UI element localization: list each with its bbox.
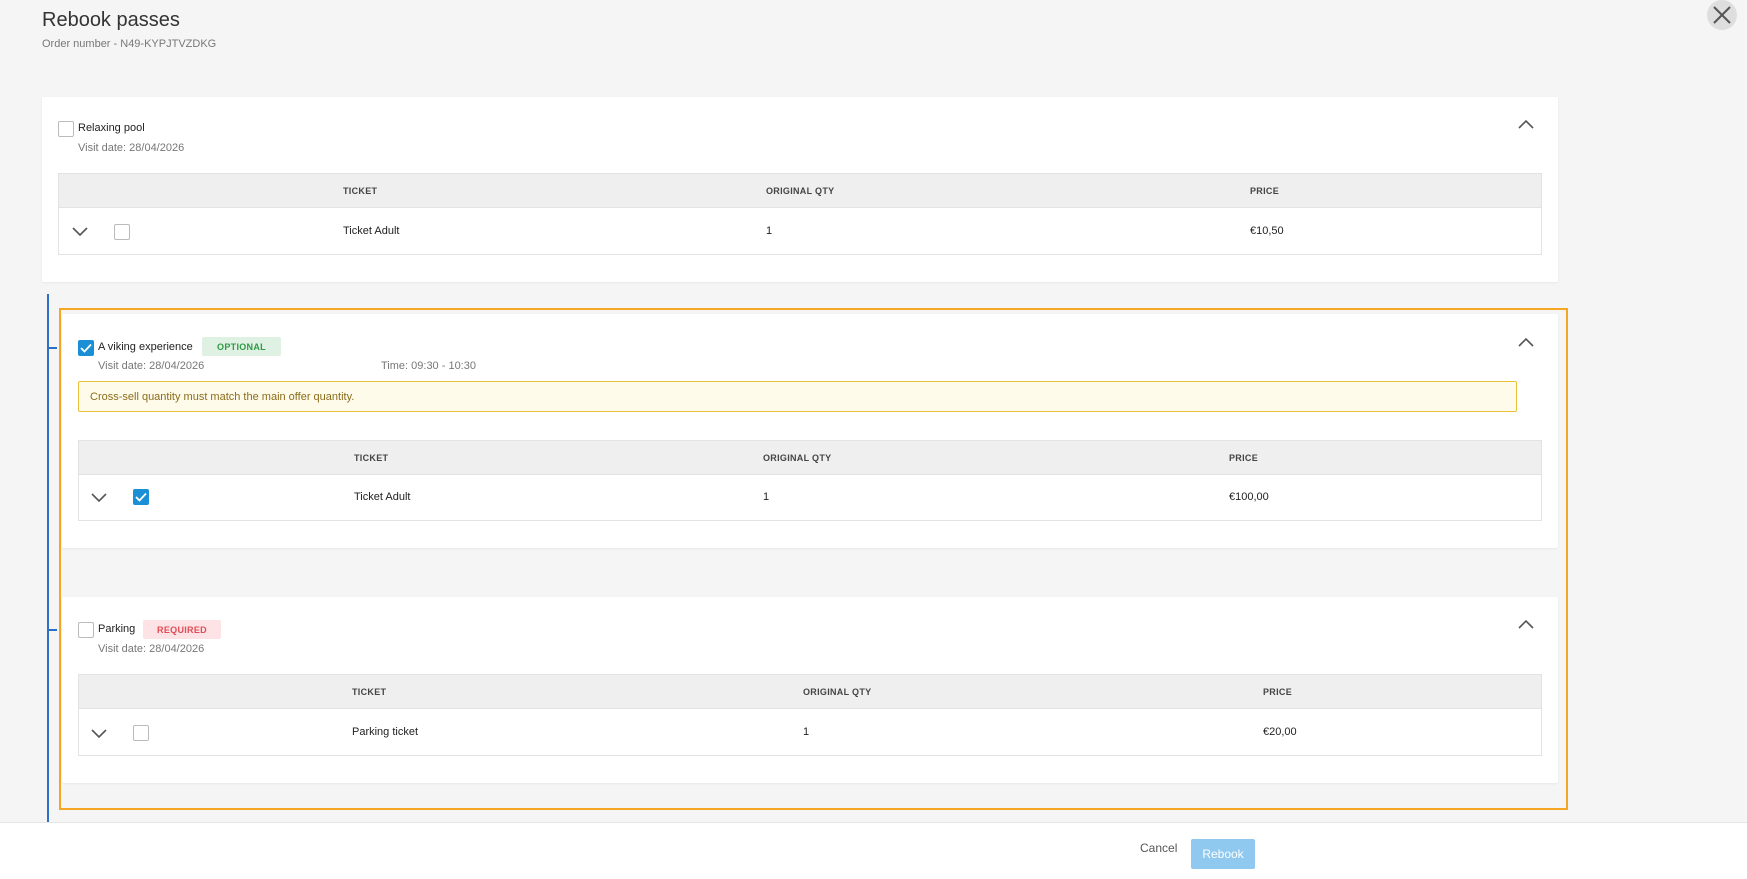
visit-date: Visit date: 28/04/2026 xyxy=(98,643,205,655)
warning-text: Cross-sell quantity must match the main … xyxy=(90,390,355,403)
warning-message: Cross-sell quantity must match the main … xyxy=(78,381,1517,412)
bundle-connector-tick xyxy=(49,629,57,631)
bundle-connector-tick xyxy=(49,347,57,349)
ticket-name: Ticket Adult xyxy=(343,225,400,237)
cancel-button[interactable]: Cancel xyxy=(1140,841,1177,855)
column-original-qty: ORIGINAL QTY xyxy=(763,453,832,463)
chevron-down-icon[interactable] xyxy=(91,729,107,739)
pass-card-parking: Parking REQUIRED Visit date: 28/04/2026 … xyxy=(62,597,1558,783)
pass-card-viking-experience: A viking experience OPTIONAL Visit date:… xyxy=(62,314,1558,548)
pass-title: A viking experience xyxy=(98,341,193,353)
table-header: TICKET ORIGINAL QTY PRICE xyxy=(79,441,1541,475)
close-icon xyxy=(1713,6,1731,24)
pass-title: Parking xyxy=(98,623,136,635)
chevron-up-icon[interactable] xyxy=(1518,619,1534,629)
column-price: PRICE xyxy=(1263,687,1293,697)
column-ticket: TICKET xyxy=(354,453,389,463)
row-checkbox[interactable] xyxy=(133,489,149,505)
pass-checkbox-parking[interactable] xyxy=(78,622,94,638)
original-qty: 1 xyxy=(766,225,773,237)
visit-date: Visit date: 28/04/2026 xyxy=(98,360,205,372)
pass-checkbox-relaxing-pool[interactable] xyxy=(58,121,74,137)
column-ticket: TICKET xyxy=(343,186,378,196)
column-price: PRICE xyxy=(1229,453,1259,463)
chevron-down-icon[interactable] xyxy=(91,493,107,503)
rebook-button[interactable]: Rebook xyxy=(1191,839,1255,869)
close-button[interactable] xyxy=(1707,0,1737,30)
footer-bar: Cancel Rebook xyxy=(0,822,1747,879)
price: €10,50 xyxy=(1250,225,1284,237)
tickets-table: TICKET ORIGINAL QTY PRICE Ticket Adult 1… xyxy=(58,173,1542,255)
page-title: Rebook passes xyxy=(42,9,180,31)
checkmark-icon xyxy=(80,343,92,353)
required-badge: REQUIRED xyxy=(143,620,221,639)
table-header: TICKET ORIGINAL QTY PRICE xyxy=(59,174,1541,208)
chevron-down-icon[interactable] xyxy=(72,227,88,237)
original-qty: 1 xyxy=(803,726,810,738)
row-checkbox[interactable] xyxy=(133,725,149,741)
pass-checkbox-viking-experience[interactable] xyxy=(78,340,94,356)
tickets-table: TICKET ORIGINAL QTY PRICE Parking ticket… xyxy=(78,674,1542,756)
bundle-connector-line xyxy=(47,294,49,822)
column-original-qty: ORIGINAL QTY xyxy=(803,687,872,697)
chevron-up-icon[interactable] xyxy=(1518,119,1534,129)
visit-date: Visit date: 28/04/2026 xyxy=(78,142,185,154)
row-checkbox[interactable] xyxy=(114,224,130,240)
ticket-name: Parking ticket xyxy=(352,726,419,738)
original-qty: 1 xyxy=(763,491,770,503)
price: €20,00 xyxy=(1263,726,1297,738)
tickets-table: TICKET ORIGINAL QTY PRICE Ticket Adult 1… xyxy=(78,440,1542,521)
ticket-name: Ticket Adult xyxy=(354,491,411,503)
chevron-up-icon[interactable] xyxy=(1518,337,1534,347)
checkmark-icon xyxy=(135,492,147,502)
column-ticket: TICKET xyxy=(352,687,387,697)
visit-time: Time: 09:30 - 10:30 xyxy=(381,360,476,372)
table-header: TICKET ORIGINAL QTY PRICE xyxy=(79,675,1541,709)
price: €100,00 xyxy=(1229,491,1269,503)
pass-title: Relaxing pool xyxy=(78,122,145,134)
optional-badge: OPTIONAL xyxy=(202,337,281,356)
order-number: Order number - N49-KYPJTVZDKG xyxy=(42,38,217,50)
column-original-qty: ORIGINAL QTY xyxy=(766,186,835,196)
pass-card-relaxing-pool: Relaxing pool Visit date: 28/04/2026 TIC… xyxy=(42,97,1558,282)
column-price: PRICE xyxy=(1250,186,1280,196)
